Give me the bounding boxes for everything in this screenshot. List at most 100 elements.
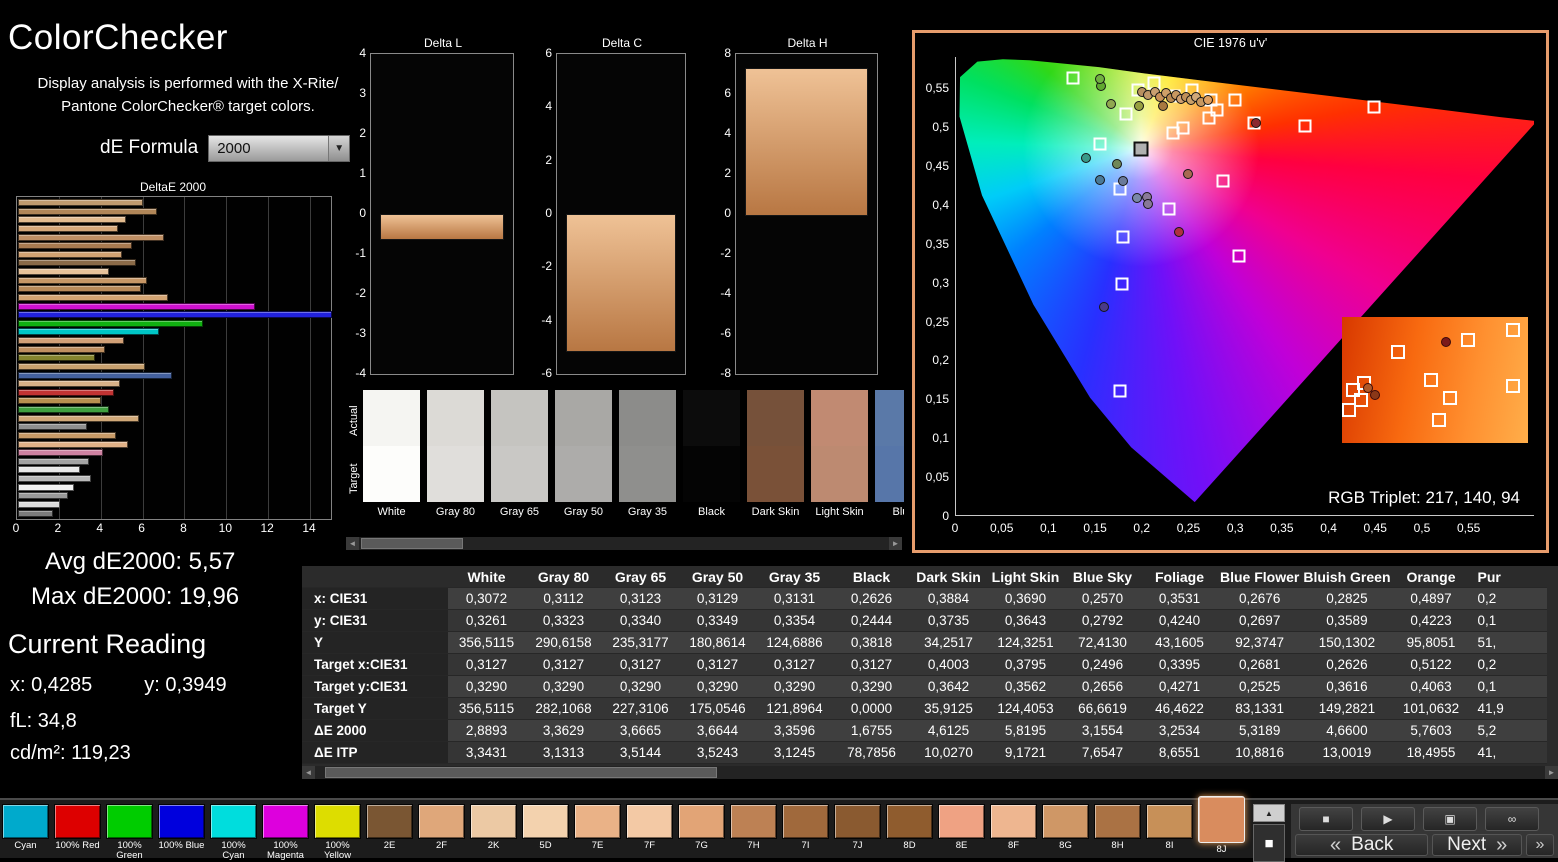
swatch-label: Dark Skin [751,506,800,518]
patch-button-8e[interactable]: 8E [938,804,985,851]
patch-swatch [366,804,413,839]
patch-button-100-blue[interactable]: 100% Blue [158,804,205,851]
patch-button-8j[interactable]: 8J [1198,796,1245,855]
patch-button-7j[interactable]: 7J [834,804,881,851]
patch-button-100-yellow[interactable]: 100% Yellow [314,804,361,862]
swatch-strip-panel: Actual Target White Gray 80 Gray 65 Gray 50… [346,384,904,552]
swatch-strip-scrollbar[interactable]: ◄ ► [346,537,902,550]
scrollbar-track[interactable] [315,766,1545,779]
patch-button-2k[interactable]: 2K [470,804,517,851]
column-header: Light Skin [987,566,1064,588]
deltaE-bar [18,397,102,405]
patch-button-8i[interactable]: 8I [1146,804,1193,851]
table-cell: 0,3642 [910,675,987,698]
table-cell: 0,3818 [833,631,910,654]
de-formula-dropdown[interactable]: 2000 ▼ [208,134,351,162]
deltaE-x-tick-label: 12 [260,521,274,535]
table-cell: 3,6665 [602,719,679,742]
patch-button-8g[interactable]: 8G [1042,804,1089,851]
scrollbar-thumb[interactable] [361,538,463,549]
patch-swatch [54,804,101,839]
deltaE-bar [18,337,124,344]
patch-label: 7F [643,840,656,851]
table-cell: 0,3123 [602,587,679,610]
scrollbar-thumb[interactable] [325,767,717,778]
patch-button-7f[interactable]: 7F [626,804,673,851]
table-cell: 3,5243 [679,741,756,764]
patch-button-7i[interactable]: 7I [782,804,829,851]
patch-button-7h[interactable]: 7H [730,804,777,851]
swatch-label: Gray 35 [627,506,668,518]
swatch-label: Gray 65 [499,506,540,518]
table-cell: 150,1302 [1301,631,1393,654]
table-cell: 0,3340 [602,609,679,632]
table-cell: 3,5144 [602,741,679,764]
table-cell: 0,2570 [1064,587,1141,610]
cie-y-tick-label: 0,35 [925,236,949,251]
de-formula-row: dE Formula 2000 ▼ [100,134,360,162]
pattern-window-button[interactable]: ■ [1253,824,1285,862]
table-cell: 0,3127 [833,653,910,676]
delta-axis-label: 4 [545,99,552,114]
cie-x-tick-label: 0,3 [1226,521,1244,535]
table-scrollbar[interactable]: ◄ ► [302,766,1558,779]
patch-label: 2F [435,840,448,851]
cie-target-marker [1113,384,1127,398]
loop-button[interactable]: ∞ [1485,807,1539,831]
target-swatch [555,446,612,502]
cie-x-axis: 0 0,05 0,1 0,15 0,2 0,25 0,3 0,35 0,4 0,45 0,5 0,55 [952,521,1534,537]
patch-button-8f[interactable]: 8F [990,804,1037,851]
table-cell: 41,9 [1469,697,1547,720]
delta-chart-title: Delta C [601,36,642,50]
stop-button[interactable]: ■ [1299,807,1353,831]
patch-label: 8J [1216,844,1227,855]
table-cell: 41, [1469,741,1547,764]
table-row: ΔE 2000 2,8893 3,3629 3,6665 3,6644 3,3596 1,6… [302,719,1547,742]
patch-button-8h[interactable]: 8H [1094,804,1141,851]
table-cell: 34,2517 [910,631,987,654]
swatch-label: White [377,506,406,518]
patch-label: 7I [801,840,810,851]
deltaE-bar [18,328,160,336]
cie-white-point-marker [1133,141,1149,157]
cie-target-marker [1162,202,1176,216]
table-cell: 0,4271 [1141,675,1218,698]
patch-button-5d[interactable]: 5D [522,804,569,851]
patch-button-cyan[interactable]: Cyan [2,804,49,851]
frame-button[interactable]: ▣ [1423,807,1477,831]
skip-button[interactable]: » [1526,834,1554,856]
table-cell: 0,3127 [448,653,525,676]
table-cell: 0,3531 [1141,587,1218,610]
patch-button-100-red[interactable]: 100% Red [54,804,101,851]
scroll-left-icon[interactable]: ◄ [302,766,315,779]
patch-button-100-green[interactable]: 100% Green [106,804,153,862]
patch-button-7g[interactable]: 7G [678,804,725,851]
deltaE-bar [18,500,60,508]
table-cell: 35,9125 [910,697,987,720]
scroll-right-icon[interactable]: ► [889,537,902,550]
table-cell: 0,2 [1469,653,1547,676]
patch-button-2f[interactable]: 2F [418,804,465,851]
next-button[interactable]: Next » [1432,834,1522,856]
patch-swatch [886,804,933,839]
table-cell: 0,3616 [1301,675,1393,698]
patch-button-2e[interactable]: 2E [366,804,413,851]
chevrons-right-icon: » [1496,833,1508,856]
scroll-right-icon[interactable]: ► [1545,766,1558,779]
patch-button-7e[interactable]: 7E [574,804,621,851]
table-cell: 0,4003 [910,653,987,676]
scrollbar-track[interactable] [359,537,889,550]
table-cell: 0,2444 [833,609,910,632]
table-cell: 66,6619 [1064,697,1141,720]
table-cell: 0,3290 [833,675,910,698]
table-cell: 43,1605 [1141,631,1218,654]
scroll-left-icon[interactable]: ◄ [346,537,359,550]
back-button[interactable]: « Back [1295,834,1429,856]
scroll-up-button[interactable]: ▲ [1253,804,1285,822]
table-cell: 0,2697 [1218,609,1302,632]
play-button[interactable]: ▶ [1361,807,1415,831]
patch-button-100-magenta[interactable]: 100% Magenta [262,804,309,862]
patch-button-8d[interactable]: 8D [886,804,933,851]
patch-button-100-cyan[interactable]: 100% Cyan [210,804,257,862]
bottom-toolbar: Cyan 100% Red 100% Green 100% Blue 100% Cyan… [0,796,1558,862]
